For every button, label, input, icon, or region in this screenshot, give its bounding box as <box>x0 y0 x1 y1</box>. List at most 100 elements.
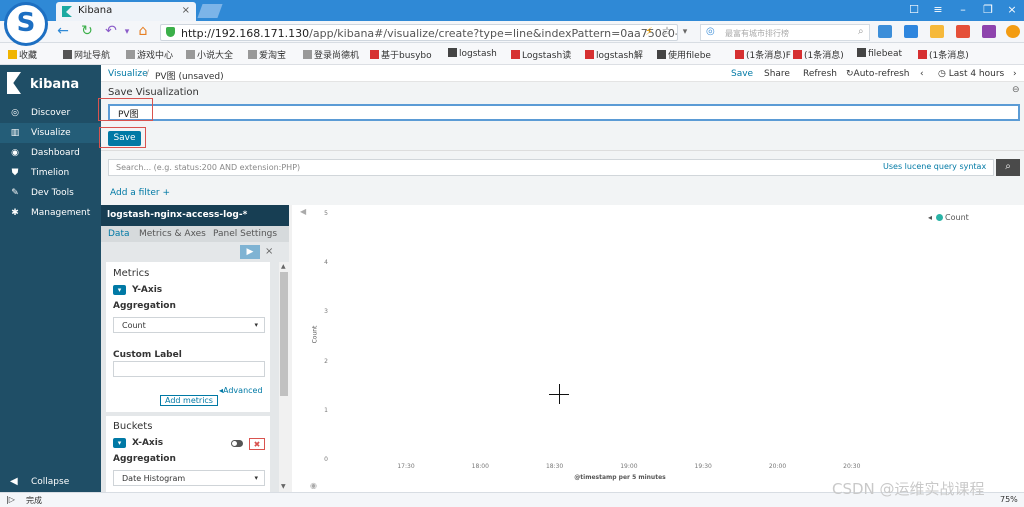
bookmark-item[interactable]: logstash <box>448 48 497 59</box>
key-icon[interactable] <box>982 25 996 38</box>
star-icon[interactable]: ☆ <box>658 24 676 38</box>
sidebar-item-dashboard[interactable]: ◉ Dashboard <box>0 143 101 163</box>
sidebar-item-dev-tools[interactable]: ✎ Dev Tools <box>0 183 101 203</box>
sidebar-item-label: Discover <box>31 108 71 118</box>
bookmark-item[interactable]: Logstash读 <box>511 48 571 61</box>
lightning-icon[interactable]: ⚡ <box>640 25 658 38</box>
auto-refresh-button[interactable]: ↻Auto-refresh <box>846 69 910 79</box>
collapse-button[interactable]: ◀ Collapse <box>0 472 101 492</box>
chevron-down-icon[interactable]: ▾ <box>113 285 126 295</box>
bookmark-label: (1条消息) <box>929 51 969 61</box>
close-panel-icon[interactable]: ⊖ <box>1012 85 1020 95</box>
bookmark-icon <box>186 50 195 59</box>
status-text: 完成 <box>26 496 42 505</box>
collapse-editor-icon[interactable]: ◀ <box>300 207 306 216</box>
reload-icon[interactable]: ↻ <box>78 23 96 39</box>
y-tick-label: 3 <box>324 308 328 316</box>
bookmark-label: 使用filebe <box>668 51 711 61</box>
tab-panel-settings[interactable]: Panel Settings <box>213 229 277 239</box>
y-axis-label: Y-Axis <box>132 285 163 295</box>
bookmark-item[interactable]: (1条消息) <box>793 48 844 61</box>
bookmark-item[interactable]: 游戏中心 <box>126 48 173 61</box>
sidebar-item-management[interactable]: ✱ Management <box>0 203 101 223</box>
custom-label-input[interactable] <box>113 361 265 377</box>
translate-icon[interactable] <box>930 25 944 38</box>
browser-logo-icon[interactable]: S <box>4 2 48 46</box>
bookmark-label: logstash <box>459 49 497 59</box>
highlight-box <box>99 127 146 148</box>
sidebar-item-visualize[interactable]: ▥ Visualize <box>0 123 101 143</box>
chevron-down-icon[interactable]: ▾ <box>113 438 126 448</box>
menu-icon[interactable]: ≡ <box>930 3 946 16</box>
search-button[interactable]: ⌕ <box>996 159 1020 176</box>
sidebar-item-timelion[interactable]: ⛊ Timelion <box>0 163 101 183</box>
add-filter-link[interactable]: Add a filter + <box>110 188 170 198</box>
breadcrumb-visualize[interactable]: Visualize <box>108 69 148 79</box>
bookmark-item[interactable]: 登录尚德机 <box>303 48 359 61</box>
search-input[interactable]: Search... (e.g. status:200 AND extension… <box>108 159 994 176</box>
time-prev-icon[interactable]: ‹ <box>920 69 924 79</box>
bookmark-item[interactable]: filebeat <box>857 48 902 59</box>
bucket-aggregation-select[interactable]: Date Histogram ▾ <box>113 470 265 486</box>
tab-data[interactable]: Data <box>108 229 130 239</box>
bookmark-item[interactable]: logstash解 <box>585 48 643 61</box>
bookmark-item[interactable]: (1条消息) <box>918 48 969 61</box>
tab-metrics-axes[interactable]: Metrics & Axes <box>139 229 206 239</box>
save-menu-button[interactable]: Save <box>731 69 753 79</box>
toggle-spy-icon[interactable]: ◉ <box>310 481 317 490</box>
sidebar-toggle-icon[interactable]: |▷ <box>6 495 15 504</box>
add-metrics-button[interactable]: Add metrics <box>160 395 218 406</box>
maximize-icon[interactable]: ❐ <box>980 3 996 16</box>
share-button[interactable]: Share <box>764 69 790 79</box>
tools-icon[interactable] <box>956 25 970 38</box>
time-next-icon[interactable]: › <box>1013 69 1017 79</box>
home-icon[interactable]: ⌂ <box>134 23 152 39</box>
advanced-toggle[interactable]: ◂Advanced <box>219 386 263 395</box>
extension-icon[interactable] <box>878 25 892 38</box>
toggle-switch[interactable] <box>231 440 243 447</box>
bookmark-item[interactable]: 收藏 <box>8 48 37 61</box>
bookmark-item[interactable]: 使用filebe <box>657 48 711 61</box>
aggregation-select[interactable]: Count ▾ <box>113 317 265 333</box>
scroll-up-icon[interactable]: ▲ <box>281 263 286 270</box>
bookmark-item[interactable]: 小说大全 <box>186 48 233 61</box>
y-tick-label: 1 <box>324 406 328 414</box>
bookmark-item[interactable]: (1条消息)F <box>735 48 791 61</box>
screenshot-icon[interactable] <box>904 25 918 38</box>
apply-changes-button[interactable]: ▶ <box>240 245 260 259</box>
close-tab-icon[interactable]: × <box>182 5 190 16</box>
browser-search-field[interactable]: 最富有城市排行榜 <box>700 24 870 41</box>
bookmark-label: 网址导航 <box>74 51 111 61</box>
url-dropdown-icon[interactable]: ▾ <box>676 27 694 37</box>
sidebar-item-discover[interactable]: ◎ Discover <box>0 103 101 123</box>
refresh-button[interactable]: Refresh <box>803 69 837 79</box>
time-picker-button[interactable]: ◷ Last 4 hours <box>938 69 1004 79</box>
remove-bucket-button[interactable]: ✖ <box>249 438 265 450</box>
compass-icon: ◎ <box>11 108 19 118</box>
scroll-down-icon[interactable]: ▼ <box>281 483 286 490</box>
bookmark-label: 收藏 <box>19 51 38 61</box>
bookmark-label: Logstash读 <box>522 51 572 61</box>
bookmark-icon <box>248 50 257 59</box>
time-range-label: Last 4 hours <box>948 69 1005 79</box>
browser-tab[interactable]: Kibana × <box>56 2 196 21</box>
lucene-syntax-link[interactable]: Uses lucene query syntax <box>883 162 986 171</box>
legend-toggle-icon[interactable]: ◂ <box>928 213 932 222</box>
url-field[interactable]: http://192.168.171.130/app/kibana#/visua… <box>160 24 678 41</box>
discard-changes-icon[interactable]: × <box>265 246 273 257</box>
minimize-icon[interactable]: – <box>955 3 971 16</box>
visualization-title-input[interactable]: PV图 <box>108 104 1020 121</box>
bookmark-item[interactable]: 爱淘宝 <box>248 48 286 61</box>
skin-icon[interactable]: ☐ <box>906 3 922 16</box>
bookmark-item[interactable]: 基于busybo <box>370 48 432 61</box>
zoom-level[interactable]: 75% <box>1000 495 1018 504</box>
advanced-label: Advanced <box>223 386 263 395</box>
bookmark-label: 爱淘宝 <box>259 51 287 61</box>
bookmark-item[interactable]: 网址导航 <box>63 48 110 61</box>
back-icon[interactable]: ← <box>54 23 72 39</box>
download-icon[interactable] <box>1006 25 1020 38</box>
search-icon[interactable]: ⌕ <box>858 26 864 37</box>
close-window-icon[interactable]: × <box>1004 3 1020 16</box>
chart-legend[interactable]: ◂ Count <box>928 213 969 222</box>
scrollbar-thumb[interactable] <box>280 272 288 396</box>
